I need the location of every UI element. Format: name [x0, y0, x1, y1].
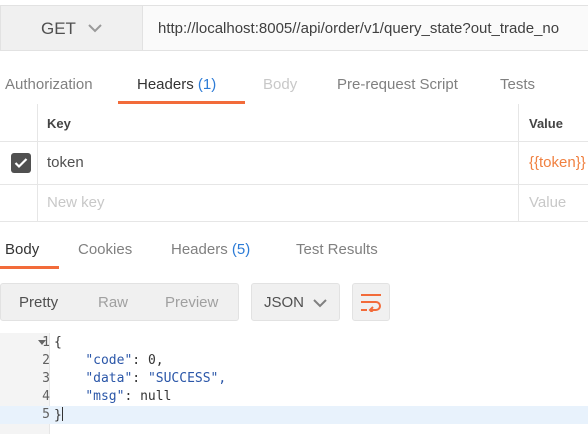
- chevron-down-icon: [313, 299, 327, 308]
- json-key: "data": [85, 371, 133, 386]
- check-icon: [14, 158, 28, 169]
- response-tab-headers-label: Headers: [171, 241, 228, 258]
- value-column-divider: [518, 185, 519, 221]
- column-key-header: Key: [47, 116, 71, 131]
- response-tab-cookies[interactable]: Cookies: [78, 241, 132, 258]
- wrap-lines-button[interactable]: [352, 283, 390, 321]
- wrap-lines-icon: [361, 294, 381, 312]
- tab-body[interactable]: Body: [263, 76, 297, 93]
- tab-headers[interactable]: Headers (1): [137, 76, 216, 93]
- tab-tests[interactable]: Tests: [500, 76, 535, 93]
- fold-arrow-icon[interactable]: [38, 340, 46, 345]
- request-tabs: Authorization Headers (1) Body Pre-reque…: [0, 56, 588, 104]
- code-text: "code": 0,: [85, 353, 164, 368]
- code-line: 4 "msg": null: [0, 388, 588, 406]
- checkbox-column: [0, 185, 38, 221]
- json-value: null: [140, 389, 172, 404]
- row-enabled-checkbox[interactable]: [11, 153, 31, 173]
- code-text: {: [54, 335, 62, 350]
- request-bar: GET http://localhost:8005//api/order/v1/…: [0, 0, 588, 56]
- new-key-input[interactable]: New key: [47, 194, 105, 211]
- json-value: "SUCCESS",: [147, 371, 227, 386]
- view-mode-toggle: Pretty Raw Preview: [0, 283, 239, 321]
- code-line: 3 "data": "SUCCESS",: [0, 370, 588, 388]
- tab-headers-count: (1): [197, 76, 217, 93]
- text-cursor: [61, 407, 63, 421]
- checkbox-column: [0, 104, 38, 141]
- active-response-tab-indicator: [0, 266, 59, 269]
- view-raw-button[interactable]: Raw: [98, 294, 128, 311]
- json-key: "msg": [85, 389, 125, 404]
- response-tab-headers-count: (5): [231, 241, 251, 258]
- url-input[interactable]: http://localhost:8005//api/order/v1/quer…: [142, 5, 588, 51]
- tab-pre-request-script[interactable]: Pre-request Script: [337, 76, 458, 93]
- json-key: "code": [85, 353, 133, 368]
- response-tabs: Body Cookies Headers (5) Test Results: [0, 218, 588, 270]
- method-label: GET: [41, 19, 76, 38]
- view-pretty-button[interactable]: Pretty: [19, 294, 58, 311]
- checkbox-column: [0, 142, 38, 184]
- code-line: 1 {: [0, 334, 588, 352]
- table-row: token {{token}}: [0, 142, 588, 185]
- code-closing-brace: }: [54, 408, 62, 423]
- line-number: 2: [42, 353, 50, 368]
- response-tab-headers[interactable]: Headers (5): [171, 241, 250, 258]
- line-number: 3: [42, 371, 50, 386]
- view-preview-button[interactable]: Preview: [165, 294, 218, 311]
- code-line: 2 "code": 0,: [0, 352, 588, 370]
- format-label: JSON: [264, 294, 305, 311]
- chevron-down-icon: [88, 24, 102, 33]
- response-tab-body[interactable]: Body: [5, 241, 39, 258]
- code-text: "data": "SUCCESS",: [85, 371, 227, 386]
- code-text: }: [54, 407, 63, 423]
- response-tab-test-results[interactable]: Test Results: [296, 241, 378, 258]
- headers-table: Key Value token {{token}} New key Value: [0, 104, 588, 222]
- json-value: 0,: [147, 353, 164, 368]
- value-column-divider: [518, 142, 519, 184]
- header-key-cell[interactable]: token: [47, 154, 84, 171]
- new-value-input[interactable]: Value: [529, 194, 566, 211]
- header-value-cell[interactable]: {{token}}: [529, 154, 586, 171]
- column-value-header: Value: [529, 116, 563, 131]
- tab-authorization[interactable]: Authorization: [5, 76, 93, 93]
- code-text: "msg": null: [85, 389, 172, 404]
- format-select[interactable]: JSON: [251, 283, 340, 321]
- code-line-current: 5 }: [0, 406, 588, 424]
- value-column-divider: [518, 104, 519, 141]
- table-row-new: New key Value: [0, 185, 588, 222]
- method-select[interactable]: GET: [0, 5, 142, 51]
- table-header-row: Key Value: [0, 104, 588, 142]
- response-body-viewer[interactable]: 1 { 2 "code": 0, 3 "data": "SUCCESS", 4 …: [0, 333, 588, 434]
- line-number: 4: [42, 389, 50, 404]
- tab-headers-label: Headers: [137, 76, 194, 93]
- url-text: http://localhost:8005//api/order/v1/quer…: [158, 20, 560, 37]
- line-number: 5: [42, 407, 50, 422]
